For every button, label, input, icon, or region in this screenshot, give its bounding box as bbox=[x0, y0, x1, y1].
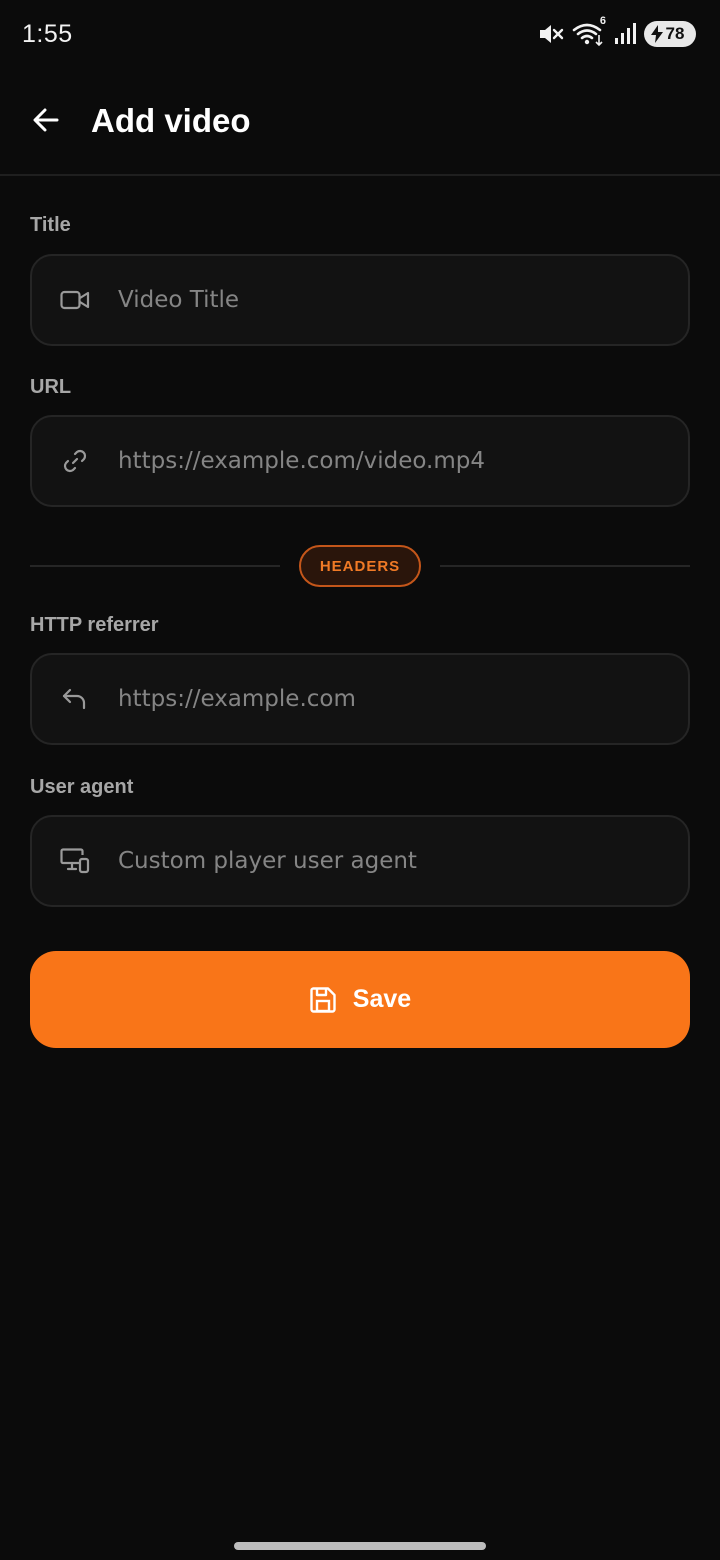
signal-icon bbox=[614, 22, 636, 46]
referrer-input[interactable] bbox=[118, 655, 688, 743]
url-input[interactable] bbox=[118, 417, 688, 505]
battery-level: 78 bbox=[665, 24, 685, 43]
url-label: URL bbox=[30, 376, 72, 398]
status-bar: 1:55 6 78 bbox=[0, 0, 720, 68]
title-field[interactable] bbox=[30, 254, 690, 346]
user-agent-field[interactable] bbox=[30, 815, 690, 907]
user-agent-label: User agent bbox=[30, 776, 134, 798]
divider-left bbox=[30, 565, 280, 567]
video-camera-icon bbox=[32, 289, 118, 311]
battery-icon: 78 bbox=[644, 21, 696, 47]
devices-icon bbox=[32, 848, 118, 874]
headers-chip: HEADERS bbox=[299, 545, 421, 587]
wifi-icon: 6 bbox=[572, 15, 606, 47]
home-indicator[interactable] bbox=[234, 1542, 486, 1550]
user-agent-input[interactable] bbox=[118, 817, 688, 905]
arrow-left-icon bbox=[33, 108, 59, 132]
title-label: Title bbox=[30, 214, 71, 236]
title-input[interactable] bbox=[118, 256, 688, 344]
url-field[interactable] bbox=[30, 415, 690, 507]
link-icon bbox=[32, 447, 118, 475]
floppy-disk-icon bbox=[310, 986, 336, 1013]
reply-arrow-icon bbox=[32, 687, 118, 711]
referrer-field[interactable] bbox=[30, 653, 690, 745]
app-bar: Add video bbox=[0, 68, 720, 176]
back-button[interactable] bbox=[22, 96, 70, 144]
status-time: 1:55 bbox=[22, 20, 73, 48]
save-button-label: Save bbox=[352, 985, 412, 1013]
network-badge: 6 bbox=[599, 15, 606, 27]
status-icons: 6 78 bbox=[538, 15, 696, 48]
mute-icon bbox=[538, 22, 564, 46]
referrer-label: HTTP referrer bbox=[30, 614, 159, 636]
save-button[interactable]: Save bbox=[30, 951, 690, 1048]
page-title: Add video bbox=[91, 102, 251, 139]
divider-right bbox=[440, 565, 690, 567]
screen: 1:55 6 78 Add video Title Video Title UR… bbox=[0, 0, 720, 1560]
